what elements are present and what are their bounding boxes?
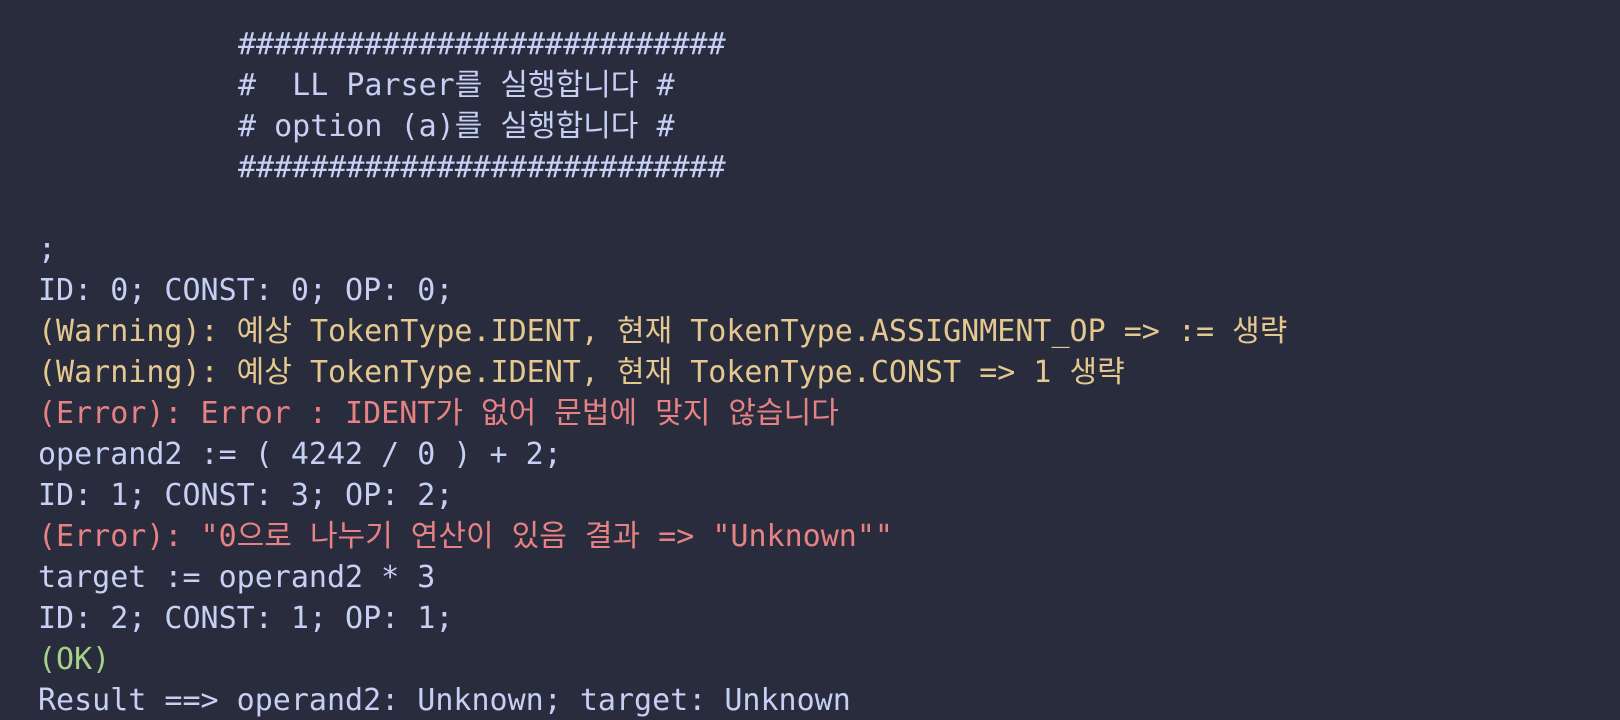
output-line-target-statement: target := operand2 * 3	[38, 560, 436, 595]
error-line-division-by-zero: (Error): "0으로 나누기 연산이 있음 결과 => "Unknown"…	[38, 519, 893, 554]
error-line-ident: (Error): Error : IDENT가 없어 문법에 맞지 않습니다	[38, 396, 839, 431]
output-line-counts-2: ID: 2; CONST: 1; OP: 1;	[38, 601, 454, 636]
terminal-output[interactable]: ########################### # LL Parser를…	[0, 0, 1620, 720]
warning-line-const: (Warning): 예상 TokenType.IDENT, 현재 TokenT…	[38, 355, 1125, 390]
ok-status-line: (OK)	[38, 642, 111, 677]
output-line-semicolon: ;	[38, 232, 57, 267]
output-line-counts-0: ID: 0; CONST: 0; OP: 0;	[38, 273, 454, 308]
banner-border-bottom: ###########################	[238, 150, 726, 185]
banner-option-line: # option (a)를 실행합니다 #	[238, 109, 675, 144]
result-line: Result ==> operand2: Unknown; target: Un…	[38, 683, 851, 718]
banner-border-top: ###########################	[238, 27, 726, 62]
output-line-operand2-statement: operand2 := ( 4242 / 0 ) + 2;	[38, 437, 562, 472]
warning-line-assignment: (Warning): 예상 TokenType.IDENT, 현재 TokenT…	[38, 314, 1288, 349]
output-line-counts-1: ID: 1; CONST: 3; OP: 2;	[38, 478, 454, 513]
banner-title-line: # LL Parser를 실행합니다 #	[238, 68, 675, 103]
